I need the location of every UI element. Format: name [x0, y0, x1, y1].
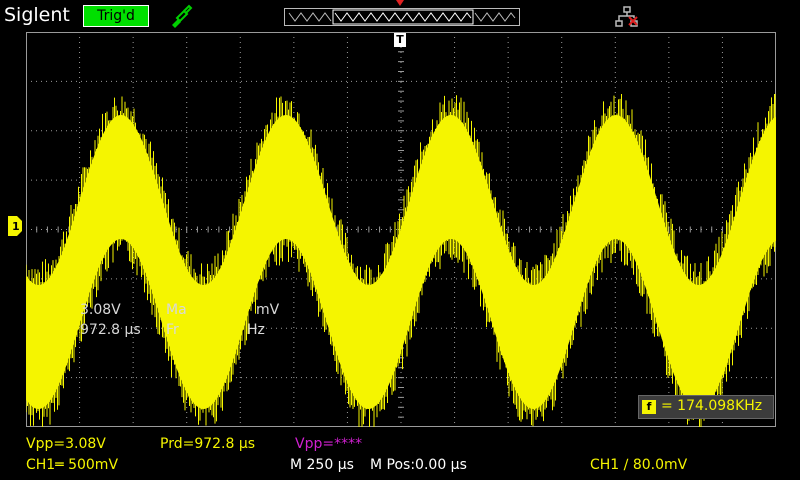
overlay-math-label: Ma	[166, 302, 187, 318]
trigger-status-badge: Trig'd	[83, 5, 149, 27]
oscilloscope-screen: Siglent Trig'd T 1 3.08V 972.8 µs Ma mV …	[0, 0, 800, 480]
trigger-time-marker: T	[394, 33, 406, 47]
frequency-counter: f = 174.098KHz	[638, 395, 774, 419]
timebase-readout: M 250 µs	[290, 457, 354, 473]
frequency-value: = 174.098KHz	[661, 398, 763, 414]
measure-period: Prd=972.8 µs	[160, 436, 256, 452]
channel-1-marker: 1	[8, 216, 22, 236]
frequency-icon: f	[642, 400, 656, 414]
ch1-trace	[26, 93, 776, 427]
overlay-period-readout: 972.8 µs	[80, 322, 141, 338]
measure-vpp-ch1: Vpp=3.08V	[26, 436, 106, 452]
ch1-scale-readout: CH1═ 500mV	[26, 457, 119, 473]
overlay-math-unit: mV	[256, 302, 280, 318]
overlay-freq-unit: Hz	[247, 322, 265, 338]
waveform-grid	[26, 32, 776, 427]
trigger-position-marker	[396, 0, 404, 6]
network-disconnected-icon	[615, 6, 638, 27]
trigger-readout: CH1 ∕ 80.0mV	[590, 457, 688, 473]
memory-position-bar	[284, 8, 520, 26]
svg-text:1: 1	[12, 220, 20, 233]
measure-vpp-math: Vpp=****	[295, 436, 363, 452]
overlay-vpp-readout: 3.08V	[80, 302, 121, 318]
brand-label: Siglent	[4, 4, 70, 26]
memory-position-readout: M Pos:0.00 µs	[370, 457, 467, 473]
overlay-freq-label: Fr	[166, 322, 179, 338]
probe-icon	[172, 4, 193, 28]
